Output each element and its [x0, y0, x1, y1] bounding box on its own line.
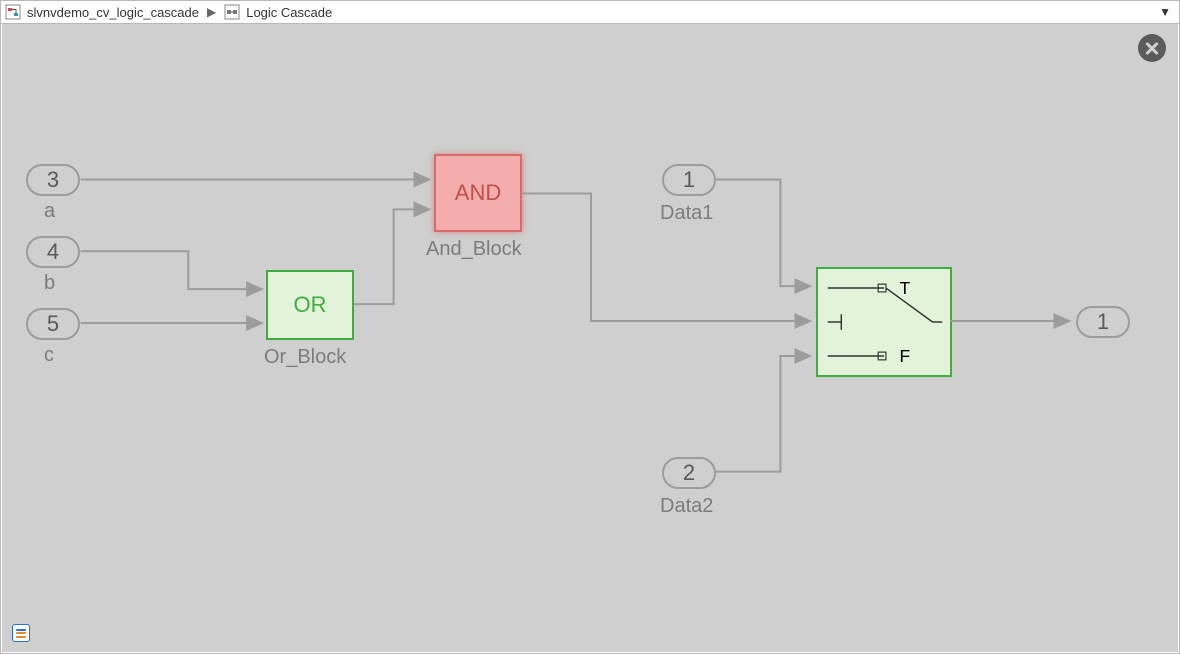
breadcrumb-bar: slvnvdemo_cv_logic_cascade ▶ Logic Casca… [1, 1, 1179, 24]
inport-data2-label: Data2 [660, 495, 713, 518]
inport-c[interactable]: 5 [26, 308, 80, 340]
app-frame: slvnvdemo_cv_logic_cascade ▶ Logic Casca… [0, 0, 1180, 654]
or-block-name: Or_Block [264, 346, 346, 369]
switch-false-label: F [900, 346, 911, 366]
switch-block-graphic: T F [818, 267, 950, 377]
inport-data1-label: Data1 [660, 202, 713, 225]
outport-1-number: 1 [1097, 309, 1109, 335]
model-icon [5, 4, 21, 20]
and-block-name: And_Block [426, 238, 522, 261]
breadcrumb-root[interactable]: slvnvdemo_cv_logic_cascade [27, 5, 199, 20]
model-canvas[interactable]: 3 a 4 b 5 c OR Or_Block AND And_Block 1 … [2, 24, 1178, 652]
inport-b[interactable]: 4 [26, 236, 80, 268]
inport-a[interactable]: 3 [26, 164, 80, 196]
breadcrumb-dropdown-icon[interactable]: ▼ [1159, 5, 1175, 19]
breadcrumb-separator-icon: ▶ [205, 5, 218, 19]
inport-c-number: 5 [47, 311, 59, 337]
inport-c-label: c [44, 344, 54, 367]
breadcrumb-current[interactable]: Logic Cascade [246, 5, 332, 20]
outport-1[interactable]: 1 [1076, 306, 1130, 338]
switch-true-label: T [900, 278, 911, 298]
and-block-text: AND [455, 180, 501, 206]
inport-data1[interactable]: 1 [662, 164, 716, 196]
inport-a-label: a [44, 200, 55, 223]
close-icon[interactable] [1138, 34, 1166, 62]
inport-data2-number: 2 [683, 460, 695, 486]
inport-a-number: 3 [47, 167, 59, 193]
inport-data2[interactable]: 2 [662, 457, 716, 489]
model-badge-icon[interactable] [12, 624, 30, 642]
inport-b-number: 4 [47, 239, 59, 265]
subsystem-icon [224, 4, 240, 20]
and-block[interactable]: AND [434, 154, 522, 232]
or-block[interactable]: OR [266, 270, 354, 340]
switch-block[interactable]: T F [816, 267, 952, 377]
inport-b-label: b [44, 272, 55, 295]
inport-data1-number: 1 [683, 167, 695, 193]
or-block-text: OR [294, 292, 327, 318]
wires-layer [2, 24, 1178, 652]
